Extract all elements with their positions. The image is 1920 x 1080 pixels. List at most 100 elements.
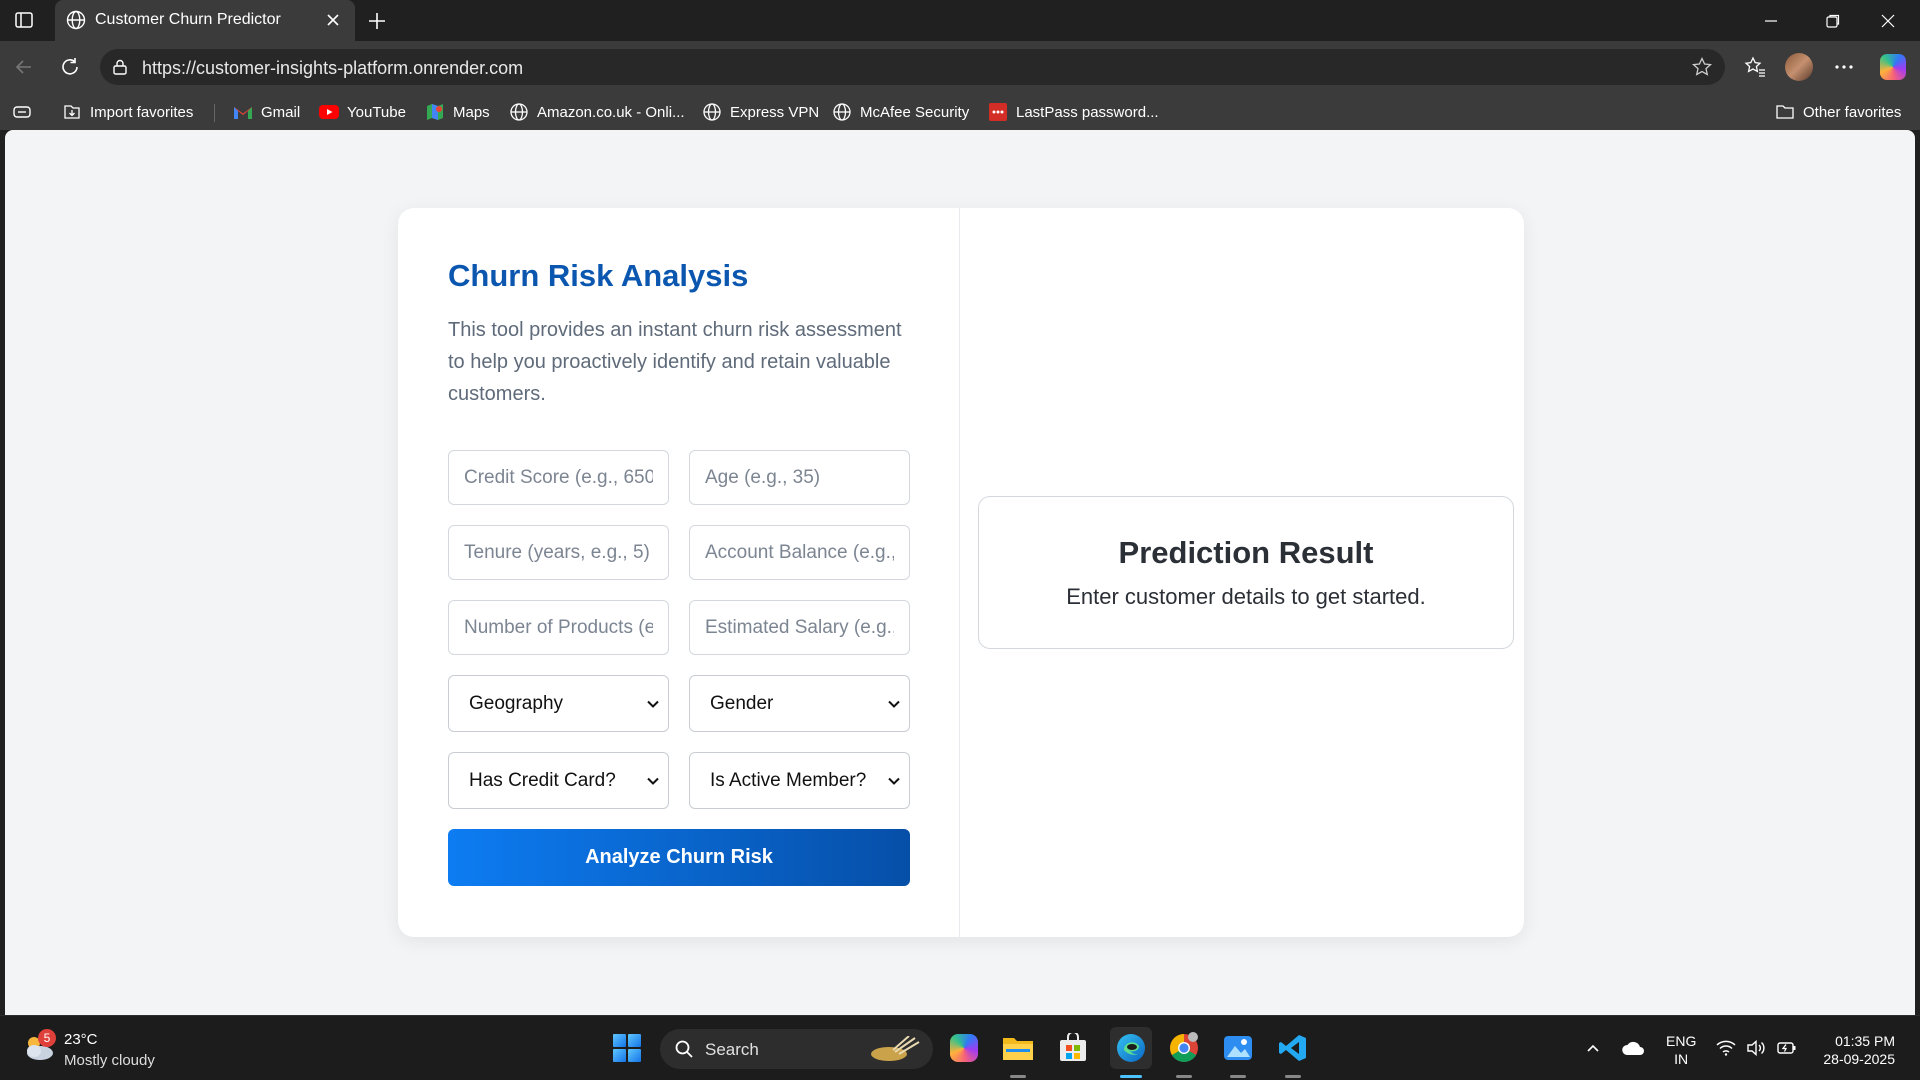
onedrive-cloud-icon[interactable]: [1619, 1034, 1647, 1062]
chevron-down-icon: [646, 774, 660, 788]
favorite-gmail[interactable]: Gmail: [233, 101, 300, 123]
restore-icon[interactable]: [1819, 8, 1847, 34]
favorite-label: Amazon.co.uk - Onli...: [537, 103, 685, 121]
weather-description[interactable]: Mostly cloudy: [64, 1052, 155, 1069]
tab-title: Customer Churn Predictor: [95, 11, 281, 28]
copilot-app-icon[interactable]: [947, 1031, 981, 1065]
prediction-result-subtitle: Enter customer details to get started.: [1066, 584, 1426, 609]
favorites-icon[interactable]: [1740, 52, 1770, 82]
collections-icon[interactable]: [12, 101, 40, 123]
globe-icon: [65, 9, 87, 31]
globe-icon: [832, 102, 852, 122]
products-input[interactable]: [449, 601, 668, 654]
salary-field[interactable]: [689, 600, 910, 655]
products-field[interactable]: [448, 600, 669, 655]
active-indicator: [1120, 1075, 1142, 1078]
running-indicator: [1285, 1075, 1301, 1078]
prediction-result-panel: Prediction Result Enter customer details…: [978, 496, 1514, 649]
favorite-label: Express VPN: [730, 103, 820, 121]
sidebar-toggle-icon[interactable]: [11, 9, 37, 31]
lastpass-icon: [988, 102, 1008, 122]
weather-badge: 5: [38, 1029, 56, 1047]
tenure-input[interactable]: [449, 526, 668, 579]
favorite-import[interactable]: Import favorites: [62, 101, 193, 123]
favorite-label: LastPass password...: [1016, 103, 1159, 121]
back-icon[interactable]: [10, 53, 38, 81]
minimize-icon[interactable]: [1757, 8, 1785, 34]
globe-icon: [509, 102, 529, 122]
analyze-churn-button[interactable]: Analyze Churn Risk: [448, 829, 910, 886]
url-text[interactable]: https://customer-insights-platform.onren…: [142, 58, 523, 79]
taskbar-search[interactable]: Search: [660, 1029, 933, 1069]
active-tab[interactable]: Customer Churn Predictor: [55, 0, 355, 41]
microsoft-store-icon[interactable]: [1056, 1031, 1090, 1065]
chrome-icon[interactable]: [1167, 1031, 1201, 1065]
edge-browser-icon[interactable]: [1110, 1027, 1152, 1069]
favorite-maps[interactable]: Maps: [425, 101, 490, 123]
maps-icon: [425, 102, 445, 122]
tenure-field[interactable]: [448, 525, 669, 580]
close-window-icon[interactable]: [1874, 8, 1902, 34]
favorite-youtube[interactable]: YouTube: [319, 101, 406, 123]
wifi-icon[interactable]: [1715, 1034, 1737, 1062]
churn-card: Churn Risk Analysis This tool provides a…: [398, 208, 1524, 937]
balance-field[interactable]: [689, 525, 910, 580]
language-indicator[interactable]: ENG IN: [1666, 1032, 1696, 1068]
clock-time: 01:35 PM: [1835, 1033, 1895, 1049]
address-bar[interactable]: https://customer-insights-platform.onren…: [100, 49, 1725, 85]
other-favorites[interactable]: Other favorites: [1775, 101, 1901, 123]
favorite-expressvpn[interactable]: Express VPN: [702, 101, 819, 123]
volume-icon[interactable]: [1745, 1034, 1767, 1062]
favorite-lastpass[interactable]: LastPass password...: [988, 101, 1159, 123]
youtube-icon: [319, 102, 339, 122]
page-title: Churn Risk Analysis: [448, 258, 749, 293]
favorite-label: Import favorites: [90, 103, 194, 121]
chevron-up-icon[interactable]: [1582, 1034, 1604, 1062]
battery-icon[interactable]: [1775, 1034, 1797, 1062]
add-favorite-star-icon[interactable]: [1691, 56, 1713, 78]
credit-score-field[interactable]: [448, 450, 669, 505]
folder-icon: [1775, 102, 1795, 122]
new-tab-icon[interactable]: [364, 8, 390, 34]
refresh-icon[interactable]: [56, 53, 84, 81]
gmail-icon: [233, 102, 253, 122]
gender-select[interactable]: Gender: [689, 675, 910, 732]
more-options-icon[interactable]: [1829, 52, 1859, 82]
active-member-select[interactable]: Is Active Member?: [689, 752, 910, 809]
active-member-select-label: Is Active Member?: [710, 770, 867, 791]
favorite-label: Gmail: [261, 103, 301, 121]
age-field[interactable]: [689, 450, 910, 505]
photos-icon[interactable]: [1221, 1031, 1255, 1065]
salary-input[interactable]: [690, 601, 909, 654]
running-indicator: [1176, 1075, 1192, 1078]
site-info-icon[interactable]: [110, 57, 130, 77]
geography-select[interactable]: Geography: [448, 675, 669, 732]
windows-taskbar: 5 23°C Mostly cloudy Search ENG IN 01:35…: [0, 1015, 1920, 1080]
age-input[interactable]: [690, 451, 909, 504]
vscode-icon[interactable]: [1276, 1031, 1310, 1065]
favorite-mcafee[interactable]: McAfee Security: [832, 101, 969, 123]
chevron-down-icon: [646, 697, 660, 711]
language-region: IN: [1674, 1051, 1689, 1067]
credit-card-select-label: Has Credit Card?: [469, 770, 616, 791]
favorite-label: McAfee Security: [860, 103, 970, 121]
close-tab-icon[interactable]: [323, 10, 343, 30]
browser-toolbar: https://customer-insights-platform.onren…: [0, 41, 1920, 94]
credit-score-input[interactable]: [449, 451, 668, 504]
prediction-result-title: Prediction Result: [1118, 535, 1374, 570]
geography-select-label: Geography: [469, 693, 564, 714]
page-description: This tool provides an instant churn risk…: [448, 319, 902, 405]
file-explorer-icon[interactable]: [1001, 1031, 1035, 1065]
system-clock[interactable]: 01:35 PM 28-09-2025: [1810, 1032, 1895, 1068]
weather-temperature[interactable]: 23°C: [64, 1031, 98, 1048]
running-indicator: [1010, 1075, 1026, 1078]
copilot-icon[interactable]: [1878, 52, 1908, 82]
profile-avatar[interactable]: [1784, 52, 1814, 82]
clock-date: 28-09-2025: [1823, 1051, 1895, 1067]
favorite-amazon[interactable]: Amazon.co.uk - Onli...: [509, 101, 685, 123]
balance-input[interactable]: [690, 526, 909, 579]
windows-start-icon[interactable]: [610, 1031, 644, 1065]
search-icon: [674, 1039, 694, 1059]
credit-card-select[interactable]: Has Credit Card?: [448, 752, 669, 809]
browser-tab-bar: Customer Churn Predictor: [0, 0, 1920, 41]
